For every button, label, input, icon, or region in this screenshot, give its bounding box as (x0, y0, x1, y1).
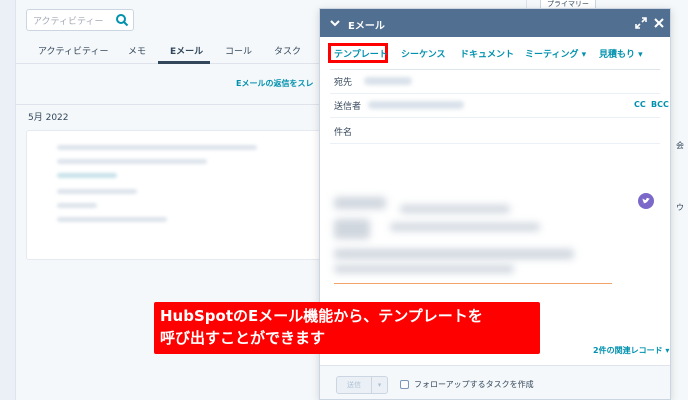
meetings-dropdown[interactable]: ミーティング ▾ (525, 47, 586, 60)
search-input[interactable]: アクティビティー (33, 14, 115, 27)
blurred-text (57, 203, 97, 208)
modal-header: Eメール (320, 9, 670, 37)
blurred-body (334, 249, 574, 259)
tab-activity[interactable]: アクティビティー (38, 44, 108, 57)
blurred-text (57, 173, 117, 178)
tab-email[interactable]: Eメール (170, 44, 203, 57)
related-records-dropdown[interactable]: 2件の関連レコード ▾ (593, 345, 669, 356)
to-field[interactable] (364, 77, 412, 85)
quotes-dropdown[interactable]: 見積もり ▾ (599, 47, 643, 60)
blurred-text (57, 145, 257, 150)
email-toolbar: テンプレート シーケンス ドキュメント ミーティング ▾ 見積もり ▾ (320, 43, 670, 65)
divider (330, 69, 660, 70)
tab-tasks[interactable]: タスク (274, 44, 301, 57)
blurred-body (334, 265, 514, 273)
subject-label: 件名 (334, 128, 353, 138)
signature-divider (334, 283, 612, 284)
email-thread-link[interactable]: Eメールの返信をスレ (236, 78, 313, 89)
twitter-icon[interactable] (638, 193, 654, 209)
blurred-text (57, 189, 137, 194)
callout-line-1: HubSpotのEメール機能から、テンプレートを (160, 307, 483, 325)
sidebar-edge-text: ウ (676, 203, 684, 212)
from-field[interactable] (368, 101, 464, 109)
to-label: 宛先 (334, 78, 353, 88)
month-header: 5月 2022 (28, 113, 69, 123)
send-button[interactable]: 送信 (336, 376, 372, 394)
blurred-text (57, 217, 167, 222)
cc-button[interactable]: CC (634, 100, 646, 109)
divider (330, 143, 660, 144)
search-icon[interactable] (115, 13, 129, 27)
annotation-callout: HubSpotのEメール機能から、テンプレートを 呼び出すことができます (154, 302, 540, 354)
left-panel (0, 0, 16, 400)
bcc-button[interactable]: BCC (651, 100, 669, 109)
documents-button[interactable]: ドキュメント (460, 47, 514, 60)
divider (330, 93, 660, 94)
blurred-body (390, 223, 540, 231)
blurred-body (334, 219, 370, 239)
modal-footer: 送信 ▾ フォローアップするタスクを作成 (320, 365, 670, 399)
activity-search[interactable]: アクティビティー (26, 9, 134, 31)
expand-icon[interactable] (634, 16, 648, 30)
followup-task-label: フォローアップするタスクを作成 (414, 380, 534, 389)
sequence-button[interactable]: シーケンス (401, 47, 446, 60)
activity-card[interactable] (26, 130, 326, 260)
close-icon[interactable] (652, 16, 666, 30)
followup-task-checkbox[interactable] (400, 380, 409, 389)
tab-notes[interactable]: メモ (128, 44, 146, 57)
sidebar-edge-text: 会 (676, 141, 684, 150)
blurred-body (400, 205, 510, 213)
chevron-down-icon[interactable] (328, 16, 342, 30)
blurred-text (57, 159, 207, 164)
from-label: 送信者 (334, 102, 362, 112)
send-options-dropdown[interactable]: ▾ (372, 376, 388, 394)
modal-title: Eメール (348, 21, 385, 32)
template-button[interactable]: テンプレート (334, 47, 388, 60)
tab-calls[interactable]: コール (225, 44, 252, 57)
divider (330, 117, 660, 118)
callout-line-2: 呼び出すことができます (160, 329, 326, 347)
active-tab-indicator (158, 61, 210, 64)
blurred-body (334, 197, 386, 209)
